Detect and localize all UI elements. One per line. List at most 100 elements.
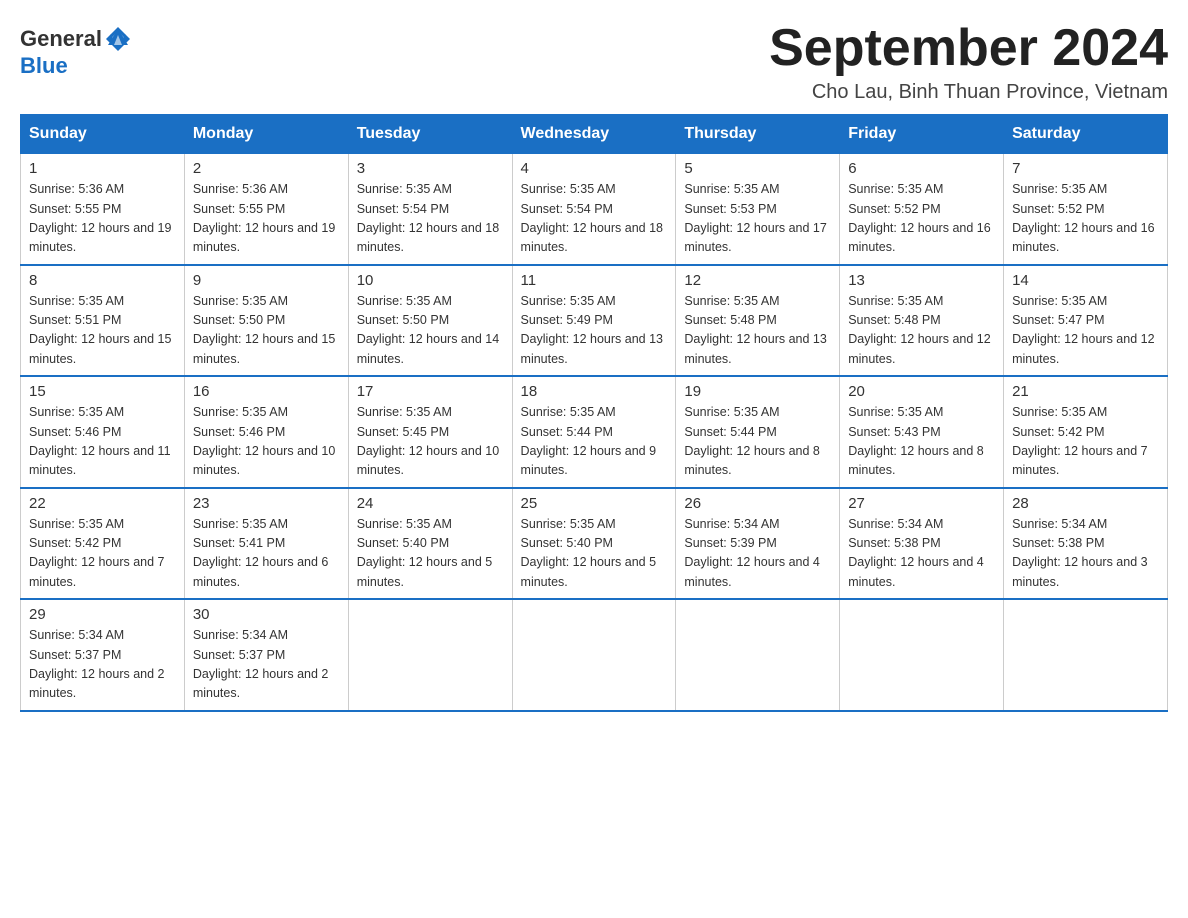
calendar-week-1: 1 Sunrise: 5:36 AMSunset: 5:55 PMDayligh… — [21, 154, 1168, 265]
calendar-table: SundayMondayTuesdayWednesdayThursdayFrid… — [20, 114, 1168, 712]
day-number: 19 — [684, 383, 831, 400]
calendar-cell — [840, 599, 1004, 711]
calendar-cell: 25 Sunrise: 5:35 AMSunset: 5:40 PMDaylig… — [512, 488, 676, 600]
day-number: 20 — [848, 383, 995, 400]
logo-flag-icon — [104, 25, 132, 53]
calendar-cell: 8 Sunrise: 5:35 AMSunset: 5:51 PMDayligh… — [21, 265, 185, 377]
day-number: 16 — [193, 383, 340, 400]
calendar-cell: 2 Sunrise: 5:36 AMSunset: 5:55 PMDayligh… — [184, 154, 348, 265]
day-number: 26 — [684, 495, 831, 512]
calendar-cell: 21 Sunrise: 5:35 AMSunset: 5:42 PMDaylig… — [1004, 376, 1168, 488]
day-info: Sunrise: 5:35 AMSunset: 5:54 PMDaylight:… — [521, 180, 668, 258]
weekday-header-tuesday: Tuesday — [348, 115, 512, 154]
calendar-cell: 4 Sunrise: 5:35 AMSunset: 5:54 PMDayligh… — [512, 154, 676, 265]
calendar-cell: 24 Sunrise: 5:35 AMSunset: 5:40 PMDaylig… — [348, 488, 512, 600]
day-number: 29 — [29, 606, 176, 623]
calendar-cell: 19 Sunrise: 5:35 AMSunset: 5:44 PMDaylig… — [676, 376, 840, 488]
day-info: Sunrise: 5:34 AMSunset: 5:39 PMDaylight:… — [684, 515, 831, 593]
day-number: 3 — [357, 160, 504, 177]
calendar-cell: 28 Sunrise: 5:34 AMSunset: 5:38 PMDaylig… — [1004, 488, 1168, 600]
calendar-cell: 26 Sunrise: 5:34 AMSunset: 5:39 PMDaylig… — [676, 488, 840, 600]
calendar-cell: 12 Sunrise: 5:35 AMSunset: 5:48 PMDaylig… — [676, 265, 840, 377]
calendar-week-4: 22 Sunrise: 5:35 AMSunset: 5:42 PMDaylig… — [21, 488, 1168, 600]
calendar-cell: 14 Sunrise: 5:35 AMSunset: 5:47 PMDaylig… — [1004, 265, 1168, 377]
day-info: Sunrise: 5:35 AMSunset: 5:46 PMDaylight:… — [29, 403, 176, 481]
logo-general-text: General — [20, 26, 102, 52]
calendar-cell — [1004, 599, 1168, 711]
day-number: 18 — [521, 383, 668, 400]
calendar-cell: 11 Sunrise: 5:35 AMSunset: 5:49 PMDaylig… — [512, 265, 676, 377]
calendar-cell: 1 Sunrise: 5:36 AMSunset: 5:55 PMDayligh… — [21, 154, 185, 265]
calendar-cell: 30 Sunrise: 5:34 AMSunset: 5:37 PMDaylig… — [184, 599, 348, 711]
day-number: 10 — [357, 272, 504, 289]
day-info: Sunrise: 5:35 AMSunset: 5:52 PMDaylight:… — [1012, 180, 1159, 258]
weekday-header-thursday: Thursday — [676, 115, 840, 154]
day-info: Sunrise: 5:35 AMSunset: 5:54 PMDaylight:… — [357, 180, 504, 258]
calendar-cell — [348, 599, 512, 711]
calendar-cell: 29 Sunrise: 5:34 AMSunset: 5:37 PMDaylig… — [21, 599, 185, 711]
day-info: Sunrise: 5:35 AMSunset: 5:40 PMDaylight:… — [521, 515, 668, 593]
calendar-cell: 23 Sunrise: 5:35 AMSunset: 5:41 PMDaylig… — [184, 488, 348, 600]
weekday-header-monday: Monday — [184, 115, 348, 154]
day-number: 30 — [193, 606, 340, 623]
day-number: 14 — [1012, 272, 1159, 289]
title-block: September 2024 Cho Lau, Binh Thuan Provi… — [769, 20, 1168, 104]
day-number: 12 — [684, 272, 831, 289]
day-info: Sunrise: 5:35 AMSunset: 5:47 PMDaylight:… — [1012, 292, 1159, 370]
day-info: Sunrise: 5:35 AMSunset: 5:40 PMDaylight:… — [357, 515, 504, 593]
calendar-cell: 16 Sunrise: 5:35 AMSunset: 5:46 PMDaylig… — [184, 376, 348, 488]
day-number: 15 — [29, 383, 176, 400]
day-info: Sunrise: 5:34 AMSunset: 5:37 PMDaylight:… — [29, 626, 176, 704]
location-subtitle: Cho Lau, Binh Thuan Province, Vietnam — [769, 81, 1168, 104]
logo-blue-text: Blue — [20, 53, 68, 79]
day-info: Sunrise: 5:35 AMSunset: 5:44 PMDaylight:… — [521, 403, 668, 481]
calendar-cell: 5 Sunrise: 5:35 AMSunset: 5:53 PMDayligh… — [676, 154, 840, 265]
page-header: General Blue September 2024 Cho Lau, Bin… — [20, 20, 1168, 104]
day-number: 9 — [193, 272, 340, 289]
calendar-cell: 18 Sunrise: 5:35 AMSunset: 5:44 PMDaylig… — [512, 376, 676, 488]
weekday-header-friday: Friday — [840, 115, 1004, 154]
day-info: Sunrise: 5:34 AMSunset: 5:38 PMDaylight:… — [1012, 515, 1159, 593]
calendar-cell — [512, 599, 676, 711]
calendar-cell — [676, 599, 840, 711]
calendar-cell: 27 Sunrise: 5:34 AMSunset: 5:38 PMDaylig… — [840, 488, 1004, 600]
day-number: 13 — [848, 272, 995, 289]
weekday-header-row: SundayMondayTuesdayWednesdayThursdayFrid… — [21, 115, 1168, 154]
day-number: 17 — [357, 383, 504, 400]
day-info: Sunrise: 5:35 AMSunset: 5:45 PMDaylight:… — [357, 403, 504, 481]
day-number: 27 — [848, 495, 995, 512]
day-number: 28 — [1012, 495, 1159, 512]
weekday-header-wednesday: Wednesday — [512, 115, 676, 154]
day-info: Sunrise: 5:35 AMSunset: 5:52 PMDaylight:… — [848, 180, 995, 258]
logo: General Blue — [20, 20, 134, 79]
day-number: 21 — [1012, 383, 1159, 400]
day-info: Sunrise: 5:35 AMSunset: 5:43 PMDaylight:… — [848, 403, 995, 481]
day-number: 4 — [521, 160, 668, 177]
day-info: Sunrise: 5:35 AMSunset: 5:41 PMDaylight:… — [193, 515, 340, 593]
calendar-cell: 20 Sunrise: 5:35 AMSunset: 5:43 PMDaylig… — [840, 376, 1004, 488]
calendar-cell: 13 Sunrise: 5:35 AMSunset: 5:48 PMDaylig… — [840, 265, 1004, 377]
day-number: 7 — [1012, 160, 1159, 177]
calendar-cell: 6 Sunrise: 5:35 AMSunset: 5:52 PMDayligh… — [840, 154, 1004, 265]
calendar-cell: 17 Sunrise: 5:35 AMSunset: 5:45 PMDaylig… — [348, 376, 512, 488]
calendar-cell: 15 Sunrise: 5:35 AMSunset: 5:46 PMDaylig… — [21, 376, 185, 488]
day-info: Sunrise: 5:36 AMSunset: 5:55 PMDaylight:… — [193, 180, 340, 258]
calendar-week-2: 8 Sunrise: 5:35 AMSunset: 5:51 PMDayligh… — [21, 265, 1168, 377]
day-info: Sunrise: 5:35 AMSunset: 5:50 PMDaylight:… — [357, 292, 504, 370]
calendar-cell: 3 Sunrise: 5:35 AMSunset: 5:54 PMDayligh… — [348, 154, 512, 265]
day-info: Sunrise: 5:35 AMSunset: 5:51 PMDaylight:… — [29, 292, 176, 370]
calendar-cell: 9 Sunrise: 5:35 AMSunset: 5:50 PMDayligh… — [184, 265, 348, 377]
day-info: Sunrise: 5:35 AMSunset: 5:49 PMDaylight:… — [521, 292, 668, 370]
calendar-cell: 7 Sunrise: 5:35 AMSunset: 5:52 PMDayligh… — [1004, 154, 1168, 265]
day-info: Sunrise: 5:35 AMSunset: 5:42 PMDaylight:… — [1012, 403, 1159, 481]
day-info: Sunrise: 5:35 AMSunset: 5:48 PMDaylight:… — [684, 292, 831, 370]
calendar-cell: 10 Sunrise: 5:35 AMSunset: 5:50 PMDaylig… — [348, 265, 512, 377]
day-info: Sunrise: 5:35 AMSunset: 5:50 PMDaylight:… — [193, 292, 340, 370]
day-info: Sunrise: 5:35 AMSunset: 5:42 PMDaylight:… — [29, 515, 176, 593]
day-info: Sunrise: 5:36 AMSunset: 5:55 PMDaylight:… — [29, 180, 176, 258]
day-info: Sunrise: 5:34 AMSunset: 5:38 PMDaylight:… — [848, 515, 995, 593]
day-number: 25 — [521, 495, 668, 512]
day-number: 5 — [684, 160, 831, 177]
day-number: 11 — [521, 272, 668, 289]
day-number: 24 — [357, 495, 504, 512]
